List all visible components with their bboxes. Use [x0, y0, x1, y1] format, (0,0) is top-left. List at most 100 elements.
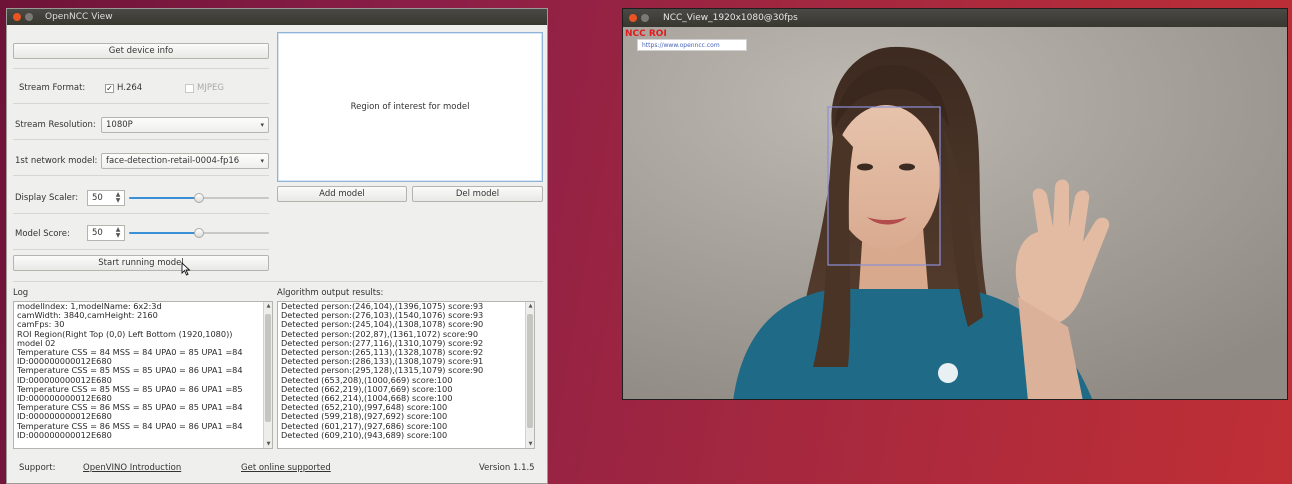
check-icon: ✓ [105, 83, 114, 93]
ncc-view-window: NCC_View_1920x1080@30fps NCC ROI https:/… [622, 8, 1288, 400]
model-score-spinbox[interactable]: 50 ▲ ▼ [87, 225, 125, 241]
scroll-thumb[interactable] [265, 314, 271, 422]
model-score-slider[interactable] [129, 228, 269, 238]
right-titlebar[interactable]: NCC_View_1920x1080@30fps [623, 9, 1287, 27]
log-line: ID:000000000012E680 [17, 412, 112, 422]
chevron-down-icon: ▾ [260, 157, 264, 165]
algo-output-line: Detected (662,214),(1004,668) score:100 [281, 394, 453, 404]
left-eye [857, 163, 873, 171]
roi-placeholder-text: Region of interest for model [350, 102, 470, 112]
algo-output-line: Detected person:(246,104),(1396,1075) sc… [281, 302, 484, 311]
algo-output-line: Detected person:(295,128),(1315,1079) sc… [281, 366, 484, 376]
version-label: Version 1.1.5 [479, 463, 535, 473]
algo-output-line: Detected (653,208),(1000,669) score:100 [281, 375, 453, 385]
spin-up-down-icon[interactable]: ▲ ▼ [114, 227, 122, 239]
scroll-up-icon[interactable]: ▲ [264, 303, 272, 309]
openncc-view-window: OpenNCC View Get device info Stream Form… [6, 8, 548, 484]
display-scaler-slider[interactable] [129, 193, 269, 203]
get-device-info-button[interactable]: Get device info [13, 43, 269, 59]
algo-lines: Detected person:(246,104),(1396,1075) sc… [281, 302, 522, 440]
algorithm-output-textarea[interactable]: Detected person:(246,104),(1396,1075) sc… [277, 301, 535, 449]
algo-output-line: Detected (609,210),(943,689) score:100 [281, 430, 448, 440]
log-lines: modelIndex: 1,modelName: 6x2:3d camWidth:… [17, 302, 260, 440]
algo-output-line: Detected (601,217),(927,686) score:100 [281, 421, 448, 431]
minimize-icon[interactable] [25, 13, 33, 21]
mouse-pointer-icon [181, 262, 191, 276]
left-titlebar[interactable]: OpenNCC View [7, 9, 547, 25]
log-line: ID:000000000012E680 [17, 357, 112, 367]
algo-output-line: Detected person:(265,113),(1328,1078) sc… [281, 348, 484, 358]
network-model-select[interactable]: face-detection-retail-0004-fp16 ▾ [101, 153, 269, 169]
stream-resolution-select[interactable]: 1080P ▾ [101, 117, 269, 133]
log-line: Temperature CSS = 84 MSS = 84 UPA0 = 85 … [17, 348, 243, 358]
log-line: Temperature CSS = 85 MSS = 85 UPA0 = 86 … [17, 366, 243, 376]
algo-output-line: Detected (662,219),(1007,669) score:100 [281, 384, 453, 394]
log-line: Temperature CSS = 85 MSS = 85 UPA0 = 86 … [17, 384, 243, 394]
openvino-introduction-link[interactable]: OpenVINO Introduction [83, 463, 181, 473]
right-eye [899, 163, 915, 171]
log-scrollbar[interactable]: ▲ ▼ [263, 302, 272, 448]
scroll-up-icon[interactable]: ▲ [526, 303, 534, 309]
left-window-title: OpenNCC View [45, 12, 113, 22]
algo-output-line: Detected person:(286,133),(1308,1079) sc… [281, 357, 484, 367]
model-score-label: Model Score: [15, 229, 70, 239]
algo-output-line: Detected person:(245,104),(1308,1078) sc… [281, 320, 484, 330]
log-line: model 02 [17, 338, 56, 348]
spin-up-down-icon[interactable]: ▲ ▼ [114, 192, 122, 204]
roi-region[interactable]: Region of interest for model [277, 32, 543, 182]
algo-output-line: Detected (652,210),(997,648) score:100 [281, 403, 448, 413]
display-scaler-spinbox[interactable]: 50 ▲ ▼ [87, 190, 125, 206]
close-icon[interactable] [629, 14, 637, 22]
divider [13, 213, 269, 214]
log-line: camWidth: 3840,camHeight: 2160 [17, 311, 158, 321]
divider [13, 68, 269, 69]
log-label: Log [13, 288, 29, 298]
slider-handle[interactable] [194, 228, 204, 238]
checkbox-empty-icon [185, 83, 194, 93]
algo-output-line: Detected (599,218),(927,692) score:100 [281, 412, 448, 422]
scroll-down-icon[interactable]: ▼ [526, 441, 534, 447]
network-model-label: 1st network model: [15, 156, 98, 166]
slider-handle[interactable] [194, 193, 204, 203]
divider [13, 139, 269, 140]
log-line: Temperature CSS = 86 MSS = 84 UPA0 = 86 … [17, 421, 243, 431]
log-line: modelIndex: 1,modelName: 6x2:3d [17, 302, 162, 311]
get-online-supported-link[interactable]: Get online supported [241, 463, 331, 473]
scroll-down-icon[interactable]: ▼ [264, 441, 272, 447]
support-label: Support: [19, 463, 56, 473]
stream-resolution-label: Stream Resolution: [15, 120, 96, 130]
add-model-button[interactable]: Add model [277, 186, 407, 202]
divider [13, 249, 269, 250]
algo-output-line: Detected person:(276,103),(1540,1076) sc… [281, 311, 484, 321]
log-line: ID:000000000012E680 [17, 375, 112, 385]
right-window-title: NCC_View_1920x1080@30fps [663, 13, 798, 23]
video-stream: NCC ROI https://www.openncc.com [623, 27, 1287, 399]
divider [13, 281, 543, 282]
display-scaler-label: Display Scaler: [15, 193, 79, 203]
log-line: ROI Region(Right Top (0,0) Left Bottom (… [17, 329, 233, 339]
log-line: ID:000000000012E680 [17, 394, 112, 404]
scroll-thumb[interactable] [527, 314, 533, 428]
algo-output-line: Detected person:(277,116),(1310,1079) sc… [281, 338, 484, 348]
start-running-model-button[interactable]: Start running model [13, 255, 269, 271]
video-frame-illustration [623, 27, 1287, 399]
divider [13, 103, 269, 104]
minimize-icon[interactable] [641, 14, 649, 22]
log-line: ID:000000000012E680 [17, 430, 112, 440]
shirt-logo-icon [938, 363, 958, 383]
log-textarea[interactable]: modelIndex: 1,modelName: 6x2:3d camWidth:… [13, 301, 273, 449]
algo-scrollbar[interactable]: ▲ ▼ [525, 302, 534, 448]
algo-output-line: Detected person:(202,87),(1361,1072) sco… [281, 329, 479, 339]
h264-checkbox[interactable]: ✓ H.264 [105, 83, 142, 93]
mjpeg-checkbox[interactable]: MJPEG [185, 83, 224, 93]
log-line: Temperature CSS = 86 MSS = 85 UPA0 = 85 … [17, 403, 243, 413]
ncc-roi-label: NCC ROI [625, 29, 667, 39]
divider [13, 175, 269, 176]
del-model-button[interactable]: Del model [412, 186, 543, 202]
url-overlay: https://www.openncc.com [637, 39, 747, 51]
stream-format-label: Stream Format: [19, 83, 86, 93]
algorithm-output-label: Algorithm output results: [277, 288, 384, 298]
log-line: camFps: 30 [17, 320, 65, 330]
chevron-down-icon: ▾ [260, 121, 264, 129]
close-icon[interactable] [13, 13, 21, 21]
